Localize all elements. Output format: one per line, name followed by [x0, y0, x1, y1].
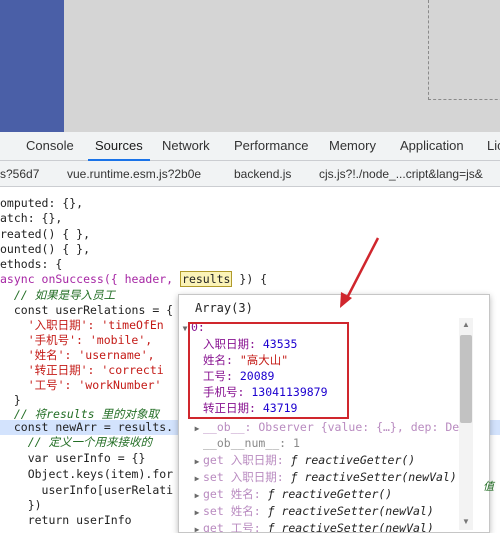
page-preview	[0, 0, 500, 132]
file-tab[interactable]: s?56d7	[0, 161, 39, 187]
accessor-row[interactable]: ▶ set 姓名: ƒ reactiveSetter(newVal)	[191, 503, 434, 519]
tab-memory[interactable]: Memory	[329, 132, 376, 160]
code-line: atch: {},	[0, 211, 63, 225]
code-comment-fragment: 值	[483, 480, 494, 493]
preview-dashed-frame	[428, 0, 500, 100]
observer-row[interactable]: ▶ __ob__: Observer {value: {…}, dep: De	[191, 419, 460, 437]
hovered-results-token[interactable]: results	[180, 271, 233, 287]
code-line: })	[0, 498, 42, 512]
annotation-arrow-icon	[340, 237, 380, 308]
code-line: '手机号': 'mobile',	[0, 333, 153, 347]
accessor-row[interactable]: ▶ get 姓名: ƒ reactiveGetter()	[191, 486, 393, 504]
tab-license[interactable]: Lic	[487, 132, 500, 160]
code-line: var userInfo = {}	[0, 451, 146, 465]
expand-triangle-icon[interactable]: ▶	[191, 421, 203, 437]
code-comment: // 如果是导入员工	[0, 288, 116, 302]
code-line: '姓名': 'username',	[0, 348, 155, 362]
tab-network[interactable]: Network	[162, 132, 210, 160]
code-line: reated() { },	[0, 227, 91, 241]
code-line: userInfo[userRelati	[0, 483, 174, 497]
code-text: async onSuccess({ header,	[0, 272, 181, 286]
scroll-up-icon[interactable]: ▲	[461, 320, 471, 330]
popover-title: Array(3)	[195, 301, 253, 315]
observer-num-row: __ob__num__: 1	[203, 436, 300, 450]
code-line: '转正日期': 'correcti	[0, 363, 164, 377]
expand-triangle-icon[interactable]: ▶	[191, 522, 203, 532]
tab-sources[interactable]: Sources	[88, 132, 150, 161]
file-tab[interactable]: cjs.js?!./node_...cript&lang=js&	[319, 161, 483, 187]
code-line: '工号': 'workNumber'	[0, 378, 162, 392]
tab-console[interactable]: Console	[26, 132, 74, 160]
file-tab[interactable]: vue.runtime.esm.js?2b0e	[67, 161, 201, 187]
code-line: return userInfo	[0, 513, 132, 527]
code-line: Object.keys(item).for	[0, 467, 174, 481]
accessor-row[interactable]: ▶ set 入职日期: ƒ reactiveSetter(newVal)	[191, 469, 457, 485]
scroll-down-icon[interactable]: ▼	[461, 517, 471, 527]
code-line: ounted() { },	[0, 242, 91, 256]
code-comment: // 定义一个用来接收的	[0, 435, 152, 449]
devtools-tabbar: Console Sources Network Performance Memo…	[0, 132, 500, 161]
source-file-tabs: s?56d7 vue.runtime.esm.js?2b0e backend.j…	[0, 161, 500, 187]
scrollbar-thumb[interactable]	[460, 335, 472, 423]
code-line: const userRelations = {	[0, 303, 174, 317]
annotation-highlight-box	[188, 322, 349, 419]
code-text: }) {	[232, 272, 268, 286]
tab-application[interactable]: Application	[400, 132, 464, 160]
code-line: }	[0, 393, 21, 407]
preview-sidebar	[0, 0, 64, 132]
expand-triangle-icon[interactable]: ▶	[191, 471, 203, 487]
code-line: ethods: {	[0, 257, 63, 271]
code-line: omputed: {},	[0, 196, 84, 210]
code-line: async onSuccess({ header, results }) {	[0, 271, 268, 287]
code-line: '入职日期': 'timeOfEn	[0, 318, 164, 332]
expand-triangle-icon[interactable]: ▶	[191, 488, 203, 504]
accessor-row[interactable]: ▶ get 工号: ƒ reactiveSetter(newVal)	[191, 520, 434, 532]
tab-performance[interactable]: Performance	[234, 132, 308, 160]
accessor-row[interactable]: ▶ get 入职日期: ƒ reactiveGetter()	[191, 452, 416, 470]
file-tab[interactable]: backend.js	[234, 161, 291, 187]
expand-triangle-icon[interactable]: ▶	[191, 454, 203, 470]
observer-text: __ob__: Observer {value: {…}, dep: De	[203, 420, 460, 434]
expand-triangle-icon[interactable]: ▶	[191, 505, 203, 521]
